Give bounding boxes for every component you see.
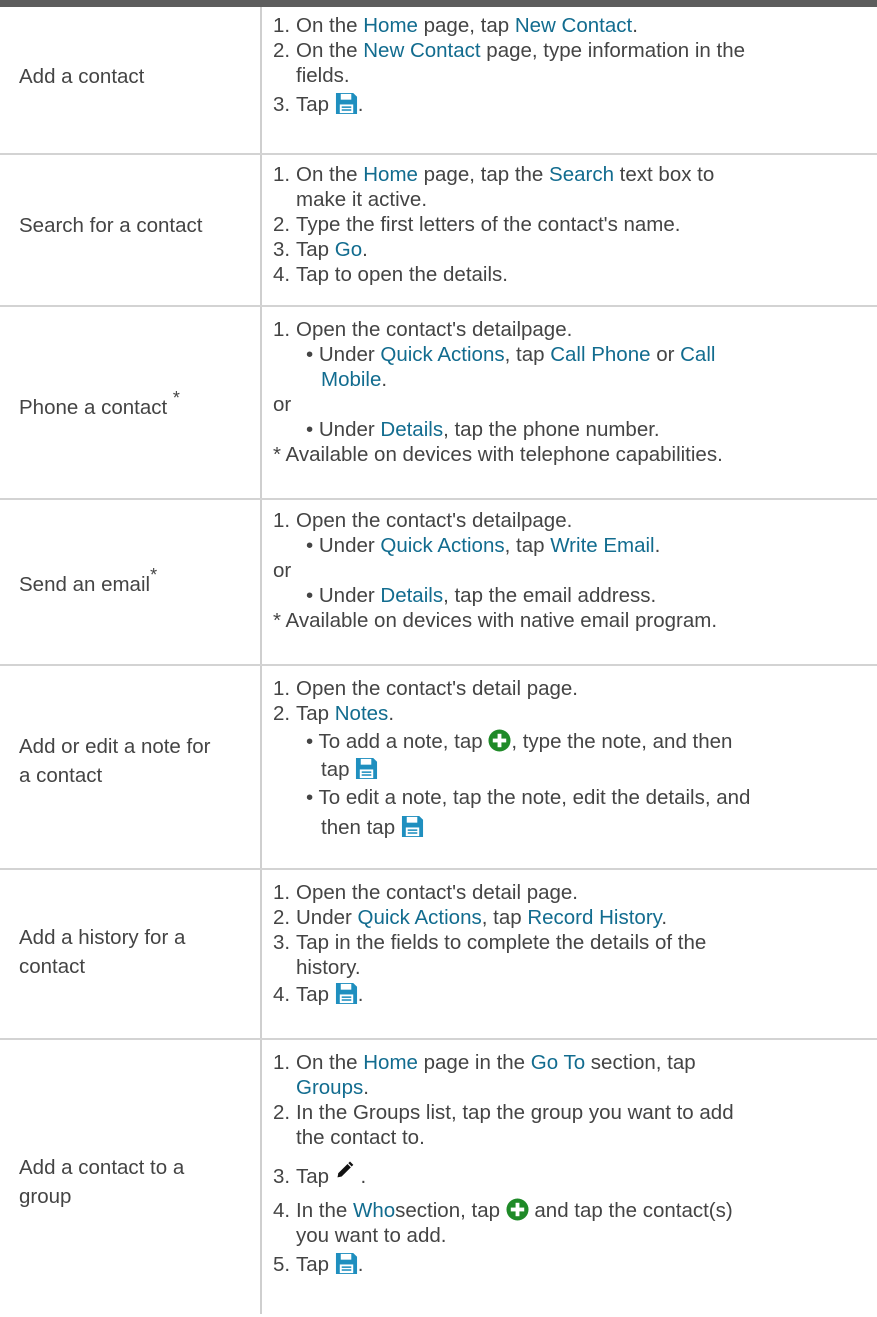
details-link[interactable]: Details <box>380 584 443 607</box>
bullet-1: • Under Quick Actions, tap Call Phone or… <box>306 343 716 366</box>
steps: 1. Open the contact's detailpage. • Under… <box>273 508 873 633</box>
save-icon <box>335 1252 358 1275</box>
step-3: 3. Tap in the fields to complete the deta… <box>273 931 707 954</box>
step-2: 2. In the Groups list, tap the group you … <box>273 1101 734 1124</box>
task-label: Add a contact to a group <box>19 1156 185 1208</box>
home-link[interactable]: Home <box>363 163 418 186</box>
step-4: 4. In the Whosection, tap and tap the con… <box>273 1198 733 1222</box>
groups-link[interactable]: Groups <box>296 1076 363 1099</box>
go-to-link[interactable]: Go To <box>531 1051 585 1074</box>
table-row: Phone a contact * 1. Open the contact's d… <box>0 305 877 500</box>
step-2-cont: fields. <box>296 64 350 87</box>
table-row: Add a contact 1. On the Home page, tap Ne… <box>0 7 877 155</box>
call-mobile-link[interactable]: Call <box>680 343 715 366</box>
steps: 1. On the Home page, tap the Search text … <box>273 162 873 287</box>
step-3: 3. Tap Go. <box>273 238 368 261</box>
save-icon <box>355 757 378 780</box>
step-2: 2. Type the first letters of the contact'… <box>273 213 681 236</box>
add-icon <box>488 729 511 752</box>
step-1: 1. On the Home page, tap New Contact. <box>273 14 638 37</box>
task-label: Add a history for a contact <box>19 926 186 978</box>
table-row: Add a contact to a group 1. On the Home pa… <box>0 1038 877 1314</box>
step-1: 1. Open the contact's detail page. <box>273 677 578 700</box>
step-2-cont: the contact to. <box>296 1126 425 1149</box>
step-1: 1. Open the contact's detailpage. <box>273 509 573 532</box>
step-4-cont: you want to add. <box>296 1224 447 1247</box>
step-1: 1. On the Home page, tap the Search text … <box>273 163 715 186</box>
step-4: 4. Tap . <box>273 982 364 1006</box>
step-2: 2. Under Quick Actions, tap Record Histor… <box>273 906 668 929</box>
bullet-1-cont: Mobile. <box>321 368 388 391</box>
steps: 1. Open the contact's detail page. 2. Tap … <box>273 676 873 840</box>
task-label: Add or edit a note for a contact <box>19 735 211 787</box>
step-3: 3. Tap . <box>273 92 364 116</box>
quick-actions-link[interactable]: Quick Actions <box>380 343 504 366</box>
home-link[interactable]: Home <box>363 14 418 37</box>
task-label: Search for a contact <box>19 214 203 237</box>
steps: 1. On the Home page, tap New Contact. 2. O… <box>273 13 873 117</box>
steps: 1. Open the contact's detail page. 2. Unde… <box>273 880 873 1007</box>
step-1: 1. Open the contact's detail page. <box>273 881 578 904</box>
step-1-cont: make it active. <box>296 188 428 211</box>
who-link[interactable]: Who <box>353 1199 395 1222</box>
footnote: * Available on devices with native email… <box>273 609 718 632</box>
save-icon <box>335 982 358 1005</box>
home-link[interactable]: Home <box>363 1051 418 1074</box>
task-label: Add a contact <box>19 65 145 88</box>
step-1: 1. Open the contact's detailpage. <box>273 318 573 341</box>
bullet-2-cont: then tap <box>273 815 873 840</box>
bullet-2: • Under Details, tap the email address. <box>306 584 657 607</box>
notes-link[interactable]: Notes <box>335 702 389 725</box>
or-label: or <box>273 559 292 582</box>
bullet-2: • To edit a note, tap the note, edit the… <box>306 786 751 809</box>
new-contact-link[interactable]: New Contact <box>363 39 480 62</box>
step-4: 4. Tap to open the details. <box>273 263 508 286</box>
steps: 1. On the Home page in the Go To section,… <box>273 1050 873 1277</box>
bullet-1: • To add a note, tap , type the note, an… <box>306 729 733 753</box>
step-2: 2. On the New Contact page, type informat… <box>273 39 745 62</box>
pencil-icon <box>335 1159 355 1179</box>
footnote: * Available on devices with telephone ca… <box>273 443 723 466</box>
table-row: Add a history for a contact 1. Open the co… <box>0 868 877 1040</box>
task-label: Phone a contact * <box>19 388 180 419</box>
go-link[interactable]: Go <box>335 238 362 261</box>
add-icon <box>506 1198 529 1221</box>
bullet-1: • Under Quick Actions, tap Write Email. <box>306 534 661 557</box>
details-link[interactable]: Details <box>380 418 443 441</box>
or-label: or <box>273 393 292 416</box>
bullet-1-cont: tap <box>273 757 873 782</box>
write-email-link[interactable]: Write Email <box>550 534 654 557</box>
table-row: Send an email* 1. Open the contact's deta… <box>0 498 877 666</box>
save-icon <box>335 92 358 115</box>
steps: 1. Open the contact's detailpage. • Under… <box>273 317 873 467</box>
call-phone-link[interactable]: Call Phone <box>550 343 650 366</box>
step-5: 5. Tap . <box>273 1252 364 1276</box>
table-row: Add or edit a note for a contact 1. Open t… <box>0 664 877 870</box>
record-history-link[interactable]: Record History <box>527 906 661 929</box>
step-1-cont: Groups. <box>296 1076 369 1099</box>
bullet-2: • Under Details, tap the phone number. <box>306 418 660 441</box>
step-2: 2. Tap Notes. <box>273 702 395 725</box>
search-link[interactable]: Search <box>549 163 614 186</box>
task-label: Send an email* <box>19 565 158 596</box>
quick-actions-link[interactable]: Quick Actions <box>358 906 482 929</box>
table-header-bar <box>0 0 877 7</box>
call-mobile-link[interactable]: Mobile <box>321 368 381 391</box>
table-row: Search for a contact 1. On the Home page,… <box>0 153 877 307</box>
step-3: 3. Tap . <box>273 1159 873 1189</box>
new-contact-link[interactable]: New Contact <box>515 14 632 37</box>
step-1: 1. On the Home page in the Go To section,… <box>273 1051 696 1074</box>
quick-actions-link[interactable]: Quick Actions <box>380 534 504 557</box>
step-3-cont: history. <box>296 956 361 979</box>
save-icon <box>401 815 424 838</box>
